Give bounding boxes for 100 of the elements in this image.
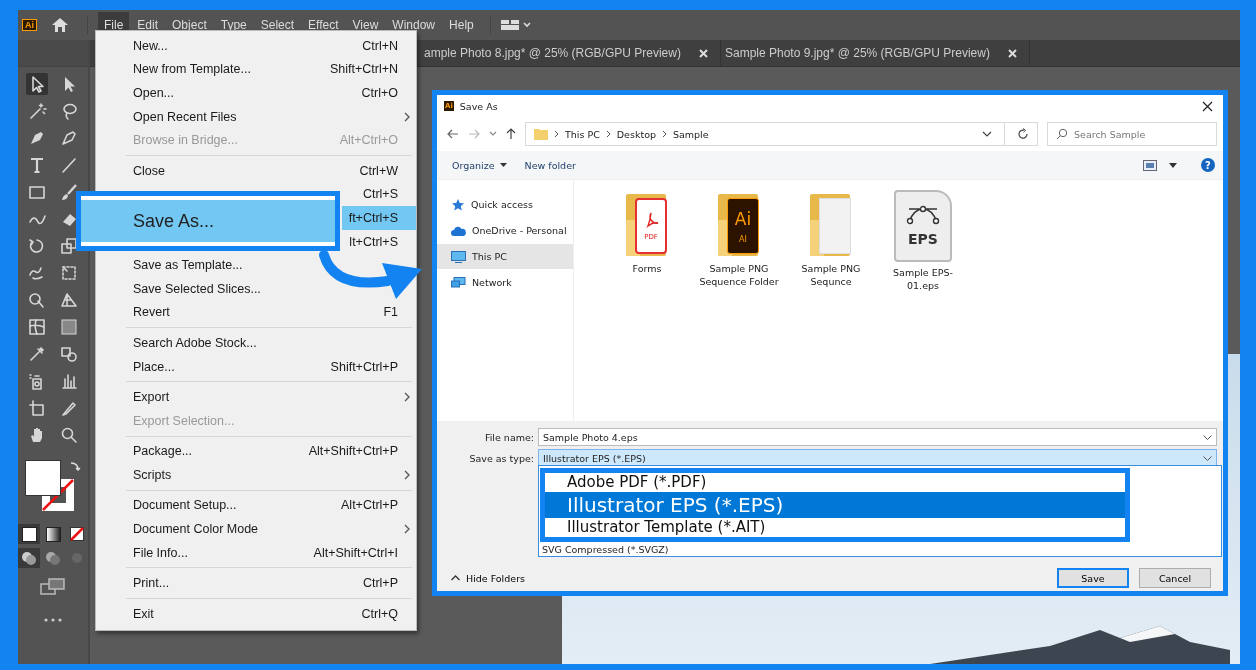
shortcut-label: Shift+Ctrl+P (330, 359, 398, 374)
address-bar[interactable]: This PC Desktop Sample (525, 122, 1038, 146)
dropdown-option[interactable]: Adobe PDF (*.PDF) (545, 473, 1125, 492)
monitor-icon (451, 250, 466, 263)
toolbar-button[interactable]: Organize (449, 157, 510, 173)
illustrator-file-icon: Ai AI (727, 198, 759, 254)
shortcut-label: lt+Ctrl+S (349, 234, 398, 249)
dropdown-option[interactable]: SVG Compressed (*.SVGZ) (539, 544, 1221, 556)
shortcut-label: Alt+Shift+Ctrl+I (313, 545, 398, 560)
app-logo: Ai (22, 19, 37, 31)
draw-normal-icon[interactable] (18, 548, 40, 568)
nav-item[interactable]: Quick access (437, 192, 573, 217)
file-name[interactable]: Sample EPS-01.eps (879, 266, 967, 292)
search-icon (1056, 128, 1068, 140)
menu-item[interactable]: ft+Ctrl+S (342, 206, 416, 230)
chevron-down-icon (1203, 435, 1212, 440)
shortcut-label: Ctrl+O (361, 86, 398, 100)
menu-item[interactable]: Exit Ctrl+Q (96, 602, 416, 626)
breadcrumb-item[interactable]: Desktop (616, 128, 656, 140)
color-mode-button[interactable] (18, 524, 40, 544)
field-label: File name: (483, 431, 535, 443)
vector-path-icon (906, 205, 940, 225)
file-name[interactable]: Forms (603, 262, 691, 275)
fill-swatch[interactable] (25, 460, 61, 496)
menu-item[interactable]: Print... Ctrl+P (96, 571, 416, 596)
menu-item[interactable]: Close Ctrl+W (96, 158, 416, 183)
more-icon[interactable] (44, 618, 62, 622)
menu-item[interactable]: Save Selected Slices... (96, 276, 279, 301)
chevron-right-icon (662, 130, 667, 138)
chevron-right-icon (404, 392, 410, 403)
dropdown-option[interactable]: Illustrator Template (*.AIT) (545, 518, 1125, 537)
menu-item[interactable]: Open Recent Files (96, 104, 416, 129)
menu-item[interactable]: lt+Ctrl+S (342, 229, 416, 254)
chevron-right-icon (554, 130, 559, 138)
menu-item[interactable]: Ctrl+S (342, 182, 416, 207)
file-name[interactable]: Sample PNG Sequence Folder (695, 262, 783, 288)
dropdown-option[interactable]: Illustrator EPS (*.EPS) (545, 492, 1125, 518)
star-icon (451, 197, 465, 212)
chevron-down-icon (1203, 455, 1212, 461)
folder-icon (534, 128, 548, 140)
menu-item[interactable]: Search Adobe Stock... (96, 331, 275, 355)
menu-item[interactable]: Export (96, 385, 416, 409)
shortcut-label: Alt+Shift+Ctrl+P (308, 444, 398, 459)
shortcut-label: Shift+Ctrl+N (329, 62, 398, 77)
menu-item[interactable]: Save As... (81, 200, 335, 242)
shortcut-label: Ctrl+W (359, 163, 398, 178)
hide-folders-button[interactable]: Hide Folders (445, 571, 531, 585)
menu-item[interactable]: Document Color Mode (96, 517, 416, 541)
menu-item[interactable]: Open... Ctrl+O (96, 81, 416, 105)
shortcut-label: Ctrl+P (362, 576, 398, 591)
field-label: Save as type: (468, 452, 535, 464)
menu-item[interactable]: Document Setup... Alt+Ctrl+P (96, 493, 416, 518)
caret-icon[interactable] (1169, 162, 1177, 168)
document-tab[interactable]: Sample Photo 9.jpg* @ 25% (RGB/GPU Preview) (720, 40, 1030, 66)
workspace-icon[interactable] (500, 19, 533, 31)
home-icon[interactable] (51, 17, 69, 33)
close-icon[interactable] (1202, 100, 1213, 112)
menu-item[interactable]: Scripts (96, 463, 416, 487)
shortcut-label: Ctrl+Q (361, 606, 398, 621)
dialog-button[interactable]: Cancel (1139, 568, 1211, 588)
shortcut-label: Alt+Ctrl+P (341, 498, 398, 513)
chevron-down-icon[interactable] (982, 131, 992, 137)
search-field[interactable]: Search Sample (1047, 122, 1217, 146)
file-name-field[interactable]: Sample Photo 4.eps (538, 428, 1217, 446)
window-title: Save As (459, 100, 499, 112)
gradient-icon[interactable] (58, 316, 80, 338)
nav-item[interactable]: Network (437, 270, 573, 295)
chevron-right-icon (404, 469, 410, 480)
nav-item[interactable]: OneDrive - Personal (437, 218, 573, 243)
network-icon (451, 276, 466, 289)
nav-item[interactable]: This PC (437, 244, 573, 269)
menu-item[interactable]: Save as Template... (96, 253, 261, 277)
cloud-icon (451, 225, 466, 236)
menu-item[interactable]: Place... Shift+Ctrl+P (96, 354, 416, 379)
swap-arrow-icon[interactable] (69, 460, 81, 472)
menu-item[interactable]: Help (443, 12, 480, 38)
chevron-up-icon (451, 575, 460, 581)
menu-item[interactable]: File Info... Alt+Shift+Ctrl+I (96, 540, 416, 565)
breadcrumb-item[interactable]: This PC (565, 128, 600, 140)
menu-item[interactable]: Revert F1 (96, 300, 416, 325)
refresh-icon[interactable] (1017, 128, 1029, 140)
document-tab[interactable]: ample Photo 8.jpg* @ 25% (RGB/GPU Preview) (420, 40, 721, 66)
file-name[interactable]: Sample PNG Sequnce (787, 262, 875, 288)
mesh-icon[interactable] (26, 316, 48, 338)
shortcut-label: Ctrl+S (362, 187, 398, 202)
help-icon[interactable]: ? (1201, 158, 1215, 172)
chevron-right-icon (404, 524, 410, 535)
caret-icon (499, 163, 507, 167)
file-type-label: EPS (908, 231, 938, 247)
menu-item[interactable]: Package... Alt+Shift+Ctrl+P (96, 439, 416, 464)
dialog-button[interactable]: Save (1057, 568, 1129, 588)
back-arrow-icon[interactable] (447, 129, 459, 139)
screen-mode-icon[interactable] (40, 578, 66, 596)
menu-item[interactable]: New from Template... Shift+Ctrl+N (96, 57, 416, 82)
eps-file-icon[interactable]: EPS (894, 190, 952, 262)
up-arrow-icon[interactable] (506, 128, 516, 140)
shortcut-label: Ctrl+N (362, 38, 398, 53)
view-icon[interactable] (1143, 159, 1157, 171)
toolbar-button[interactable]: New folder (521, 157, 579, 173)
breadcrumb-item[interactable]: Sample (673, 128, 709, 140)
